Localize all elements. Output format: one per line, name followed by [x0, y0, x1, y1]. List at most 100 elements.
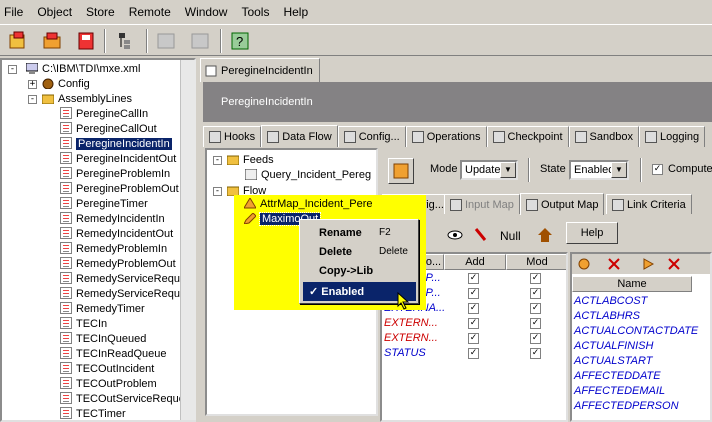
tree-item[interactable]: PeregineCallOut — [60, 122, 157, 137]
subtab-output-map[interactable]: Output Map — [520, 193, 605, 215]
compute-checkbox[interactable]: ✓ — [652, 164, 663, 175]
subtab-link-criteria[interactable]: Link Criteria — [606, 194, 692, 214]
add-checkbox[interactable]: ✓ — [468, 303, 479, 314]
flow-item-attrmap[interactable]: AttrMap_Incident_Pere — [244, 197, 373, 212]
menu-help[interactable]: Help — [283, 5, 308, 19]
attribute-name-cell[interactable]: STATUS — [384, 346, 426, 361]
clear-button[interactable] — [470, 224, 492, 246]
null-label[interactable]: Null — [500, 229, 521, 243]
tree-item[interactable]: TECInReadQueue — [60, 347, 167, 362]
tree-item[interactable]: TECOutProblem — [60, 377, 157, 392]
menu-file[interactable]: File — [4, 5, 23, 19]
add-checkbox[interactable]: ✓ — [468, 318, 479, 329]
add-checkbox[interactable]: ✓ — [468, 273, 479, 284]
tree-item[interactable]: TECOutIncident — [60, 362, 154, 377]
name-cell[interactable]: AFFECTEDDATE — [574, 369, 661, 384]
tree-item[interactable]: RemedyTimer — [60, 302, 145, 317]
tree-item[interactable]: PeregineProblemOut — [60, 182, 179, 197]
tree-item[interactable]: TECInQueued — [60, 332, 146, 347]
menu-window[interactable]: Window — [185, 5, 228, 19]
tree-item[interactable]: PeregineTimer — [60, 197, 148, 212]
name-grid[interactable]: Name ACTLABCOST ACTLABHRS ACTUALCONTACTDAT… — [570, 252, 712, 422]
config-tree[interactable]: - C:\IBM\TDI\mxe.xml + Config - Assembly… — [0, 58, 196, 422]
name-cell[interactable]: ACTUALFINISH — [574, 339, 653, 354]
tree-assemblylines[interactable]: AssemblyLines — [42, 92, 132, 107]
menu-tools[interactable]: Tools — [241, 5, 269, 19]
help-button[interactable]: ? — [228, 29, 252, 53]
mod-checkbox[interactable]: ✓ — [530, 273, 541, 284]
add-checkbox[interactable]: ✓ — [468, 288, 479, 299]
mod-checkbox[interactable]: ✓ — [530, 318, 541, 329]
attribute-name-cell[interactable]: EXTERN... — [384, 316, 438, 331]
column-header-name[interactable]: Name — [572, 276, 692, 292]
tree-item[interactable]: RemedyIncidentIn — [60, 212, 165, 227]
tree-item[interactable]: RemedyServiceReque — [60, 287, 186, 302]
tree-item[interactable]: PeregineCallIn — [60, 107, 148, 122]
collapse-toggle[interactable]: - — [213, 156, 222, 165]
subtab-input-map[interactable]: Input Map — [444, 194, 520, 214]
collapse-toggle[interactable]: - — [28, 95, 37, 104]
column-header-add[interactable]: Add — [444, 254, 506, 270]
tab-logging[interactable]: Logging — [638, 126, 706, 147]
mode-select[interactable]: Update ▼ — [460, 160, 518, 180]
tree-item[interactable]: RemedyServiceReque — [60, 272, 186, 287]
tree-item[interactable]: TECTimer — [60, 407, 126, 420]
tree-item[interactable]: TECOutServiceReque — [60, 392, 185, 407]
map-button[interactable] — [534, 224, 556, 246]
name-cell[interactable]: ACTLABCOST — [574, 294, 647, 309]
attribute-name-cell[interactable]: EXTERN... — [384, 331, 438, 346]
tree-item[interactable]: RemedyProblemIn — [60, 242, 167, 257]
tree-item[interactable]: PeregineIncidentOut — [60, 152, 176, 167]
tree-item[interactable]: RemedyIncidentOut — [60, 227, 173, 242]
tree-scrollbar[interactable] — [180, 60, 196, 420]
refresh-icon[interactable] — [578, 258, 590, 273]
tree-item[interactable]: PeregineProblemIn — [60, 167, 170, 182]
menu-item-rename[interactable]: Rename F2 — [303, 223, 416, 242]
column-header-mod[interactable]: Mod — [506, 254, 566, 270]
stop-icon[interactable] — [668, 258, 680, 273]
state-select[interactable]: Enabled ▼ — [569, 160, 629, 180]
name-cell[interactable]: ACTUALSTART — [574, 354, 652, 369]
eye-button[interactable] — [444, 224, 466, 246]
run-icon[interactable] — [642, 258, 655, 273]
menu-store[interactable]: Store — [86, 5, 115, 19]
disabled-button-2[interactable] — [188, 29, 212, 53]
tree-config[interactable]: Config — [42, 77, 90, 92]
tree-item[interactable]: RemedyProblemOut — [60, 257, 176, 272]
mod-checkbox[interactable]: ✓ — [530, 333, 541, 344]
tree-view-button[interactable] — [114, 29, 138, 53]
tree-item[interactable]: PeregineIncidentIn — [60, 137, 173, 152]
name-cell[interactable]: ACTUALCONTACTDATE — [574, 324, 698, 339]
menu-item-copy-lib[interactable]: Copy->Lib — [303, 261, 416, 280]
menu-item-delete[interactable]: Delete Delete — [303, 242, 416, 261]
menu-remote[interactable]: Remote — [129, 5, 171, 19]
tab-data-flow[interactable]: Data Flow — [261, 125, 338, 147]
new-config-button[interactable] — [6, 29, 30, 53]
mod-checkbox[interactable]: ✓ — [530, 348, 541, 359]
add-checkbox[interactable]: ✓ — [468, 333, 479, 344]
tab-sandbox[interactable]: Sandbox — [568, 126, 639, 147]
save-config-button[interactable] — [74, 29, 98, 53]
tree-root[interactable]: C:\IBM\TDI\mxe.xml — [26, 62, 140, 77]
collapse-toggle[interactable]: - — [213, 187, 222, 196]
flow-feed-item[interactable]: Query_Incident_Pereg — [245, 168, 371, 183]
tab-hooks[interactable]: Hooks — [203, 126, 262, 147]
tab-pereginincidentin[interactable]: PeregineIncidentIn — [200, 58, 320, 82]
name-cell[interactable]: ACTLABHRS — [574, 309, 640, 324]
tab-config[interactable]: Config... — [337, 126, 406, 147]
name-cell[interactable]: AFFECTEDEMAIL — [574, 384, 665, 399]
expand-toggle[interactable]: + — [28, 80, 37, 89]
add-checkbox[interactable]: ✓ — [468, 348, 479, 359]
tab-operations[interactable]: Operations — [405, 126, 487, 147]
tree-item[interactable]: TECIn — [60, 317, 107, 332]
collapse-toggle[interactable]: - — [8, 65, 17, 74]
disabled-button-1[interactable] — [154, 29, 178, 53]
tab-checkpoint[interactable]: Checkpoint — [486, 126, 569, 147]
delete-icon[interactable] — [608, 258, 620, 273]
mod-checkbox[interactable]: ✓ — [530, 288, 541, 299]
help-button[interactable]: Help — [566, 222, 618, 244]
menu-object[interactable]: Object — [37, 5, 72, 19]
name-cell[interactable]: AFFECTEDPERSON — [574, 399, 679, 414]
component-button[interactable] — [388, 158, 414, 184]
flow-feeds[interactable]: Feeds — [227, 153, 274, 168]
